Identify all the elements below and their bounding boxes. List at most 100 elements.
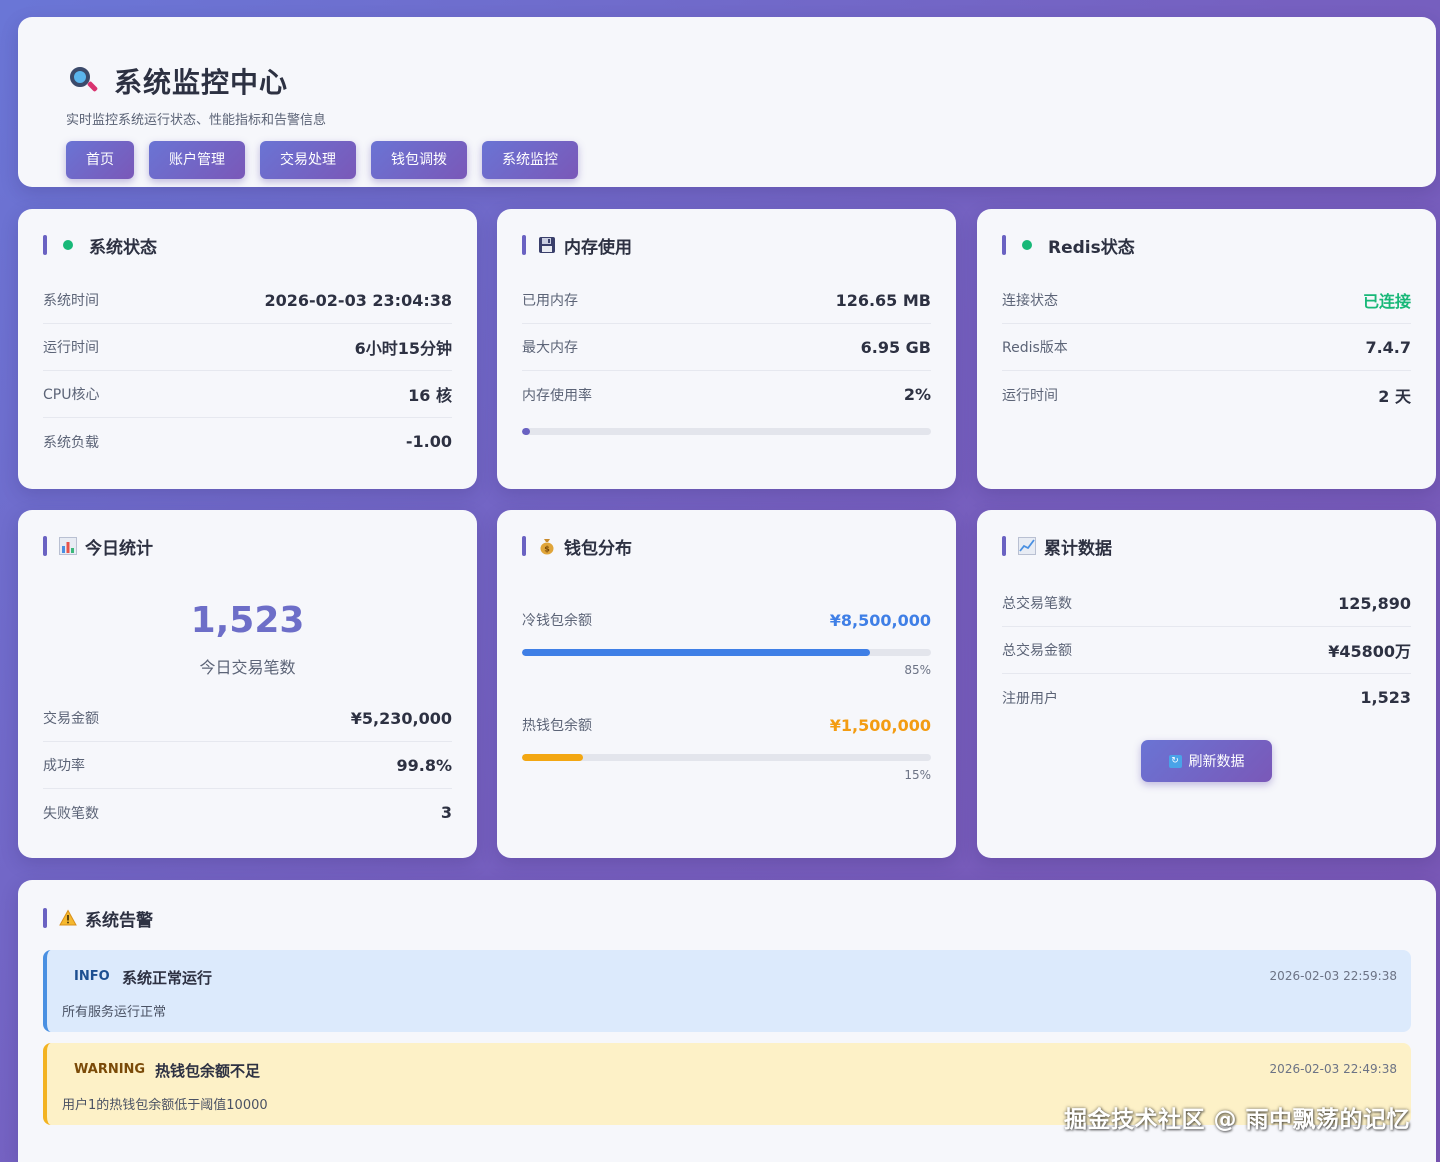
row-label: CPU核心 [43, 387, 100, 403]
hot-wallet-progress-bar [522, 754, 931, 761]
row-value: 2026-02-03 23:04:38 [264, 290, 452, 310]
alert-time: 2026-02-03 22:59:38 [1269, 969, 1397, 983]
row-value: 1,523 [1360, 688, 1411, 707]
row-label: 已用内存 [522, 293, 578, 309]
nav-bar: 首页 账户管理 交易处理 钱包调拨 系统监控 [66, 141, 578, 179]
title-accent-bar [43, 235, 47, 255]
alert-level-badge: INFO [74, 969, 110, 984]
svg-text:$: $ [544, 545, 550, 554]
list-item: 交易金额 ¥5,230,000 [43, 695, 452, 742]
row-value: 2 天 [1378, 386, 1411, 406]
watermark: 掘金技术社区 @ 雨中飘荡的记忆 [1063, 1107, 1410, 1133]
hot-wallet-percent: 15% [904, 768, 931, 782]
row-value: 7.4.7 [1365, 337, 1411, 357]
nav-transactions-button[interactable]: 交易处理 [260, 141, 356, 179]
wallet-distribution-card: $ 钱包分布 冷钱包余额 ¥8,500,000 85% 热钱包余额 ¥1,500… [497, 510, 956, 858]
row-label: 交易金额 [43, 711, 99, 727]
row-label: 系统时间 [43, 293, 99, 309]
header-panel: 系统监控中心 实时监控系统运行状态、性能指标和告警信息 首页 账户管理 交易处理… [18, 17, 1436, 187]
card-title-text: 内存使用 [564, 237, 632, 258]
money-bag-icon: $ [538, 537, 556, 555]
alert-message: 所有服务运行正常 [62, 1005, 167, 1020]
row-value: 6小时15分钟 [354, 339, 452, 358]
cold-wallet-section: 冷钱包余额 ¥8,500,000 85% [522, 610, 931, 677]
title-accent-bar [43, 536, 47, 556]
hot-wallet-value: ¥1,500,000 [829, 715, 931, 735]
list-item: 内存使用率 2% [522, 371, 931, 418]
row-label: 成功率 [43, 758, 85, 774]
row-label: 系统负载 [43, 434, 99, 451]
memory-progress-fill [522, 428, 531, 435]
list-item: 系统负载 -1.00 [43, 418, 452, 465]
row-label: 总交易金额 [1002, 643, 1072, 659]
warning-icon [59, 909, 77, 927]
row-label: 内存使用率 [522, 387, 592, 404]
today-stats-card: 今日统计 1,523 今日交易笔数 交易金额 ¥5,230,000 成功率 99.8… [18, 510, 477, 858]
list-item: CPU核心 16 核 [43, 371, 452, 418]
title-accent-bar [522, 235, 526, 255]
list-item: 成功率 99.8% [43, 742, 452, 789]
connection-status-value: 已连接 [1362, 292, 1411, 311]
row-label: Redis版本 [1002, 340, 1068, 356]
card-title: 累计数据 [1002, 536, 1112, 559]
redis-card: Redis状态 连接状态 已连接 Redis版本 7.4.7 运行时间 2 天 [977, 209, 1436, 489]
redis-rows: 连接状态 已连接 Redis版本 7.4.7 运行时间 2 天 [1002, 277, 1411, 418]
status-dot-icon [59, 236, 77, 254]
hot-wallet-section: 热钱包余额 ¥1,500,000 15% [522, 715, 931, 782]
status-dot-icon [1018, 236, 1036, 254]
refresh-data-button[interactable]: ↻ 刷新数据 [1141, 740, 1272, 782]
status-rows: 系统时间 2026-02-03 23:04:38 运行时间 6小时15分钟 CPU核… [43, 277, 452, 465]
nav-home-button[interactable]: 首页 [66, 141, 134, 179]
cold-wallet-label: 冷钱包余额 [522, 613, 592, 629]
trend-chart-icon [1018, 537, 1036, 555]
row-label: 运行时间 [43, 340, 99, 356]
list-item: 总交易金额 ¥45800万 [1002, 627, 1411, 674]
alert-level-badge: WARNING [74, 1062, 146, 1077]
list-item: 已用内存 126.65 MB [522, 277, 931, 324]
refresh-button-label: 刷新数据 [1188, 754, 1245, 770]
title-row: 系统监控中心 [68, 61, 288, 101]
list-item: 运行时间 6小时15分钟 [43, 324, 452, 371]
row-label: 最大内存 [522, 340, 578, 356]
list-item: 系统时间 2026-02-03 23:04:38 [43, 277, 452, 324]
nav-monitor-button[interactable]: 系统监控 [482, 141, 578, 179]
card-title-text: Redis状态 [1048, 237, 1135, 258]
alert-time: 2026-02-03 22:49:38 [1269, 1062, 1397, 1076]
list-item: 运行时间 2 天 [1002, 371, 1411, 418]
card-title: 今日统计 [43, 536, 153, 559]
row-value: 2% [903, 385, 931, 404]
memory-rows: 已用内存 126.65 MB 最大内存 6.95 GB 内存使用率 2% [522, 277, 931, 418]
refresh-icon: ↻ [1168, 754, 1182, 768]
cold-wallet-progress-fill [522, 649, 870, 656]
row-value: -1.00 [405, 432, 452, 451]
row-value: 16 核 [408, 386, 452, 405]
row-label: 失败笔数 [43, 805, 99, 822]
card-title-text: 系统告警 [85, 910, 153, 931]
bar-chart-icon [59, 537, 77, 555]
card-title: $ 钱包分布 [522, 536, 632, 559]
cumulative-rows: 总交易笔数 125,890 总交易金额 ¥45800万 注册用户 1,523 [1002, 580, 1411, 721]
row-value: ¥5,230,000 [350, 708, 452, 728]
cold-wallet-progress-bar [522, 649, 931, 656]
title-accent-bar [43, 908, 47, 928]
card-title: 系统状态 [43, 235, 157, 258]
alert-message: 用户1的热钱包余额低于阈值10000 [62, 1098, 268, 1113]
card-title-text: 累计数据 [1044, 538, 1112, 559]
card-title-text: 钱包分布 [564, 538, 632, 559]
cold-wallet-percent: 85% [904, 663, 931, 677]
row-label: 注册用户 [1002, 690, 1058, 707]
card-title: 系统告警 [43, 908, 153, 931]
title-accent-bar [1002, 235, 1006, 255]
row-value: 3 [440, 803, 452, 822]
list-item: Redis版本 7.4.7 [1002, 324, 1411, 371]
row-value: 125,890 [1338, 593, 1411, 613]
nav-wallet-transfer-button[interactable]: 钱包调拨 [371, 141, 467, 179]
list-item: 最大内存 6.95 GB [522, 324, 931, 371]
row-label: 总交易笔数 [1002, 596, 1072, 612]
alert-title: 热钱包余额不足 [155, 1062, 261, 1080]
system-status-card: 系统状态 系统时间 2026-02-03 23:04:38 运行时间 6小时15分钟… [18, 209, 477, 489]
nav-accounts-button[interactable]: 账户管理 [149, 141, 245, 179]
floppy-disk-icon [538, 236, 556, 254]
alert-item-info[interactable]: INFO 系统正常运行 所有服务运行正常 2026-02-03 22:59:38 [43, 950, 1411, 1032]
card-title: 内存使用 [522, 235, 632, 258]
